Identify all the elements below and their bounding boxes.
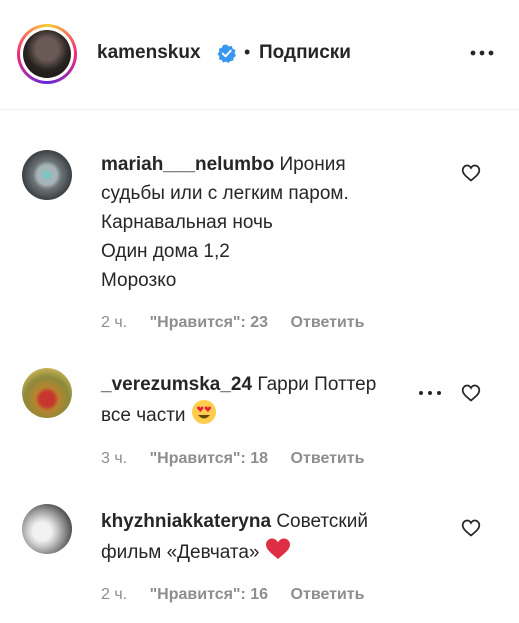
comment-username[interactable]: _verezumska_24: [101, 374, 252, 395]
comment-options-icon[interactable]: [418, 389, 442, 397]
comment-likes[interactable]: "Нравится": 18: [150, 450, 269, 467]
red-heart-emoji: [265, 538, 290, 559]
comment-meta: 3 ч. "Нравится": 18 Ответить: [101, 450, 382, 468]
verified-badge-icon: [217, 44, 236, 63]
commenter-avatar[interactable]: [22, 150, 72, 200]
comment-text: khyzhniakkateryna Советский фильм «Девча…: [101, 507, 401, 567]
like-heart-icon[interactable]: [461, 518, 481, 538]
commenter-avatar[interactable]: [22, 368, 72, 418]
profile-avatar[interactable]: [17, 24, 77, 84]
like-heart-icon[interactable]: [461, 383, 481, 403]
comment-username[interactable]: mariah___nelumbo: [101, 154, 274, 175]
comment-line: фильм «Девчата»: [101, 542, 260, 563]
comment-username[interactable]: khyzhniakkateryna: [101, 511, 271, 532]
reply-button[interactable]: Ответить: [291, 586, 365, 603]
heart-eyes-emoji: [191, 400, 216, 424]
reply-button[interactable]: Ответить: [291, 450, 365, 467]
comment-line: Советский: [276, 511, 368, 532]
reply-button[interactable]: Ответить: [291, 314, 365, 331]
comment-time[interactable]: 2 ч.: [101, 586, 127, 603]
more-options-icon[interactable]: [470, 48, 494, 58]
comment-line: Ирония: [279, 154, 346, 175]
like-heart-icon[interactable]: [461, 163, 481, 183]
comment-line: все части: [101, 405, 186, 426]
comment-text: _verezumska_24 Гарри Поттер все части: [101, 370, 401, 430]
comment-time[interactable]: 3 ч.: [101, 450, 127, 467]
comment-line: Морозко: [101, 270, 177, 291]
comment-likes[interactable]: "Нравится": 23: [150, 314, 269, 331]
comment-line: Гарри Поттер: [257, 374, 377, 395]
commenter-avatar[interactable]: [22, 504, 72, 554]
comment-line: судьбы или с легким паром.: [101, 183, 349, 204]
header-separator: •: [244, 42, 251, 62]
comment-text: mariah___nelumbo Ирония судьбы или с лег…: [101, 150, 401, 295]
comment-meta: 2 ч. "Нравится": 16 Ответить: [101, 586, 382, 604]
comment-line: Карнавальная ночь: [101, 212, 273, 233]
post-header: kamenskux • Подписки: [0, 0, 519, 110]
header-username[interactable]: kamenskux: [97, 42, 201, 64]
comment-line: Один дома 1,2: [101, 241, 230, 262]
comment-time[interactable]: 2 ч.: [101, 314, 127, 331]
following-button[interactable]: Подписки: [259, 42, 351, 64]
comment-likes[interactable]: "Нравится": 16: [150, 586, 269, 603]
comment-meta: 2 ч. "Нравится": 23 Ответить: [101, 314, 382, 332]
